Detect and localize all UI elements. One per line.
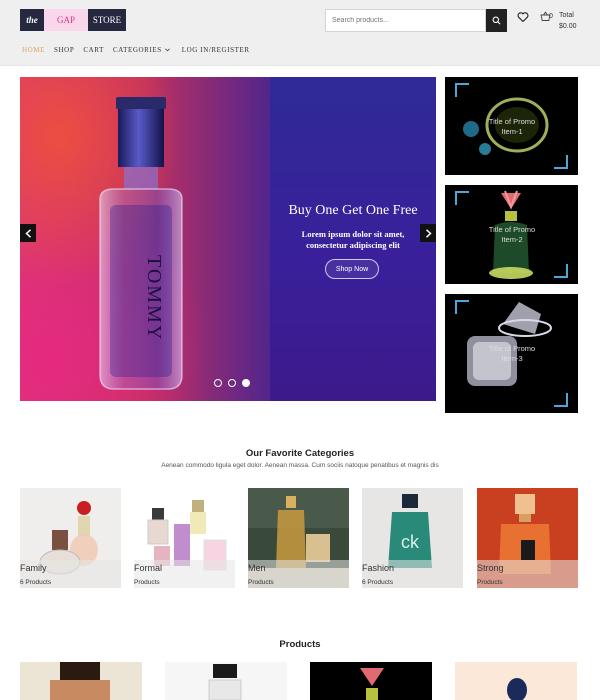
category-card-formal[interactable]: Formal Products [134, 488, 235, 588]
category-card-strong[interactable]: Strong Products [477, 488, 578, 588]
products-grid [20, 662, 578, 700]
promo-3-line1: Title of Promo [488, 344, 536, 353]
products-title: Products [279, 639, 321, 650]
product-2-image [165, 662, 287, 700]
search-form [325, 9, 507, 32]
search-input[interactable] [325, 9, 487, 32]
promo-item-3[interactable]: Title of Promo Item-3 [445, 294, 578, 413]
wishlist-heart-icon[interactable] [517, 11, 529, 23]
promo-2-line2: Item-2 [501, 235, 523, 244]
promo-3-corner-top [455, 300, 469, 314]
nav-home[interactable]: HOME [22, 46, 45, 54]
nav-cart[interactable]: CART [83, 46, 104, 54]
svg-text:ck: ck [401, 532, 420, 552]
slider-next-button[interactable] [420, 224, 436, 242]
category-men-name: Men [248, 563, 266, 573]
logo-part-store: STORE [88, 9, 126, 31]
category-fashion-count: 6 Products [362, 579, 394, 586]
chevron-left-icon [24, 228, 31, 238]
promo-3-corner-bottom [554, 393, 568, 407]
categories-subtitle: Aenean commodo ligula eget dolor. Aenean… [161, 462, 439, 469]
category-strong-count: Products [477, 579, 503, 586]
category-card-men[interactable]: Men Products [248, 488, 349, 588]
promo-3-line2: Item-3 [501, 354, 523, 363]
cart-count: 0 [549, 13, 553, 20]
product-4-image [455, 662, 577, 700]
category-strong-name: Strong [477, 563, 504, 573]
category-family-name: Family [20, 563, 47, 573]
promo-2-corner-top [455, 191, 469, 205]
promo-3-text: Title of Promo Item-3 [481, 344, 543, 364]
category-men-count: Products [248, 579, 274, 586]
nav-categories-label: CATEGORIES [112, 46, 162, 54]
category-formal-count: Products [134, 579, 160, 586]
site-header: the GAP STORE 0 Total $0.00 HOME SHOP CA… [0, 0, 600, 66]
product-3-image [310, 662, 432, 700]
promo-item-2[interactable]: Title of Promo Item-2 [445, 185, 578, 284]
product-card-2[interactable] [165, 662, 287, 700]
slider-dot-2[interactable] [228, 379, 236, 387]
slider-prev-button[interactable] [20, 224, 36, 242]
logo-part-gap: GAP [44, 9, 88, 31]
logo-part-the: the [20, 9, 44, 31]
category-family-count: 6 Products [20, 579, 52, 586]
nav-categories[interactable]: CATEGORIES [113, 46, 170, 54]
categories-title: Our Favorite Categories [245, 448, 355, 459]
product-card-1[interactable] [20, 662, 142, 700]
slider-dot-3[interactable] [242, 379, 250, 387]
promo-1-line1: Title of Promo [488, 117, 536, 126]
product-card-4[interactable] [455, 662, 577, 700]
hero-title: Buy One Get One Free [288, 203, 418, 218]
nav-shop[interactable]: SHOP [54, 46, 74, 54]
chevron-right-icon [425, 228, 432, 238]
promo-2-line1: Title of Promo [488, 225, 536, 234]
store-logo[interactable]: the GAP STORE [20, 9, 126, 31]
promo-2-corner-bottom [554, 264, 568, 278]
perfume-bottle-image: TOMMY [99, 97, 183, 390]
promo-2-text: Title of Promo Item-2 [481, 225, 543, 245]
cart-total-value: $0.00 [559, 23, 577, 30]
product-card-3[interactable] [310, 662, 432, 700]
promo-1-line2: Item-1 [501, 127, 523, 136]
cart-total-label: Total [559, 12, 574, 19]
hero-slider: TOMMY Buy One Get One Free Lorem ipsum d… [20, 77, 436, 401]
search-icon [492, 16, 501, 25]
promo-1-corner-bottom [554, 155, 568, 169]
bottle-label: TOMMY [143, 255, 165, 341]
shop-now-button[interactable]: Shop Now [325, 259, 379, 279]
category-card-family[interactable]: Family 6 Products [20, 488, 121, 588]
slider-dots [214, 379, 256, 387]
category-fashion-name: Fashion [362, 563, 395, 573]
chevron-down-icon [164, 48, 170, 52]
hero-subtitle: Lorem ipsum dolor sit amet, consectetur … [301, 229, 405, 250]
nav-login-register[interactable]: LOG IN/REGISTER [182, 46, 250, 54]
slider-dot-1[interactable] [214, 379, 222, 387]
promo-item-1[interactable]: Title of Promo Item-1 [445, 77, 578, 175]
product-1-image [20, 662, 142, 700]
category-formal-name: Formal [134, 563, 163, 573]
categories-grid: Family 6 Products Formal Products Men Pr… [20, 488, 578, 588]
category-card-fashion[interactable]: ck Fashion 6 Products [362, 488, 463, 588]
promo-1-text: Title of Promo Item-1 [481, 117, 543, 137]
search-button[interactable] [486, 9, 507, 32]
promo-1-corner-top [455, 83, 469, 97]
main-nav: HOME SHOP CART CATEGORIES LOG IN/REGISTE… [22, 46, 259, 54]
